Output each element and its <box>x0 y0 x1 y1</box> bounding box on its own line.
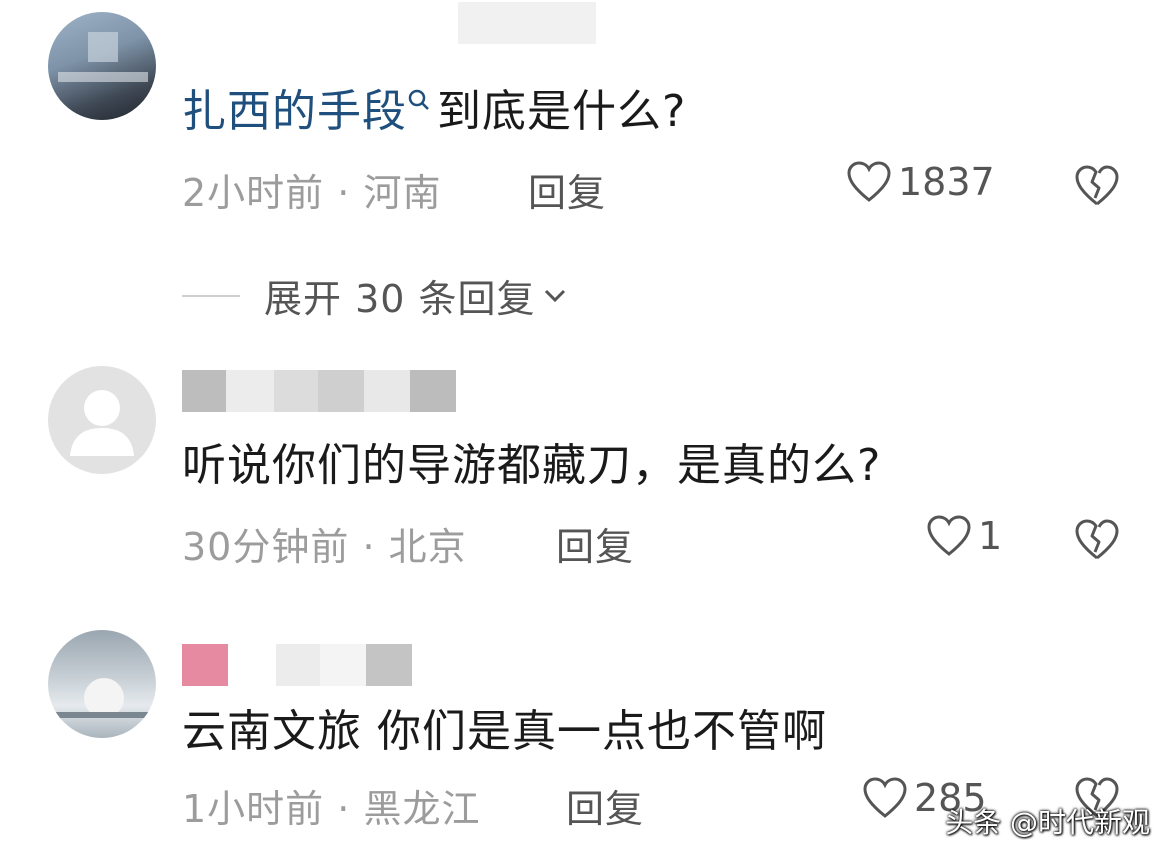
like-button[interactable]: 1837 <box>846 160 995 204</box>
like-button[interactable]: 1 <box>926 514 1002 558</box>
search-link[interactable]: 扎西的手段 <box>182 86 437 137</box>
heart-icon <box>927 515 971 556</box>
comment-text: 听说你们的导游都藏刀，是真的么? <box>182 440 882 491</box>
avatar[interactable] <box>48 366 156 474</box>
search-icon <box>408 89 429 110</box>
comment-location: 北京 <box>388 525 467 569</box>
username-blurred[interactable] <box>182 370 456 412</box>
heart-icon <box>847 161 891 202</box>
comment-location: 黑龙江 <box>363 787 481 831</box>
dislike-button[interactable] <box>1074 518 1120 566</box>
comment-time: 1小时前 <box>182 787 325 831</box>
reply-button[interactable]: 回复 <box>556 516 634 571</box>
comment-meta: 1小时前 · 黑龙江 <box>182 787 481 831</box>
username-blurred[interactable] <box>182 644 412 686</box>
divider <box>182 294 240 297</box>
comment-time: 30分钟前 <box>182 525 350 569</box>
comment-text: 扎西的手段 到底是什么? <box>182 86 687 137</box>
dislike-button[interactable] <box>1074 164 1120 212</box>
like-count: 1837 <box>898 160 995 204</box>
comment-meta: 2小时前 · 河南 <box>182 171 442 215</box>
comment-meta: 30分钟前 · 北京 <box>182 525 467 569</box>
default-avatar-icon <box>70 390 134 456</box>
chevron-down-icon <box>544 289 565 302</box>
comment-time: 2小时前 <box>182 171 325 215</box>
heart-icon <box>863 777 907 818</box>
comment-location: 河南 <box>363 171 442 215</box>
reply-button[interactable]: 回复 <box>528 162 606 217</box>
watermark: 头条 @时代新观 <box>945 806 1150 839</box>
reply-button[interactable]: 回复 <box>566 778 644 833</box>
like-count: 1 <box>978 514 1003 558</box>
expand-replies-button[interactable]: 展开 30 条回复 <box>182 268 570 323</box>
avatar[interactable] <box>48 12 156 120</box>
broken-heart-icon <box>1075 519 1119 560</box>
avatar[interactable] <box>48 630 156 738</box>
broken-heart-icon <box>1075 165 1119 206</box>
comment-text: 云南文旅 你们是真一点也不管啊 <box>182 706 827 757</box>
